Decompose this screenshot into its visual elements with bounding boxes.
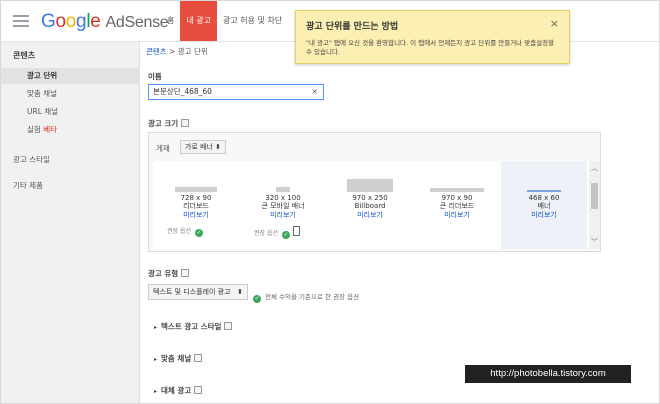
app-window: Google AdSense 홈 내 광고 광고 허용 및 차단 광고 단위를 만… bbox=[0, 0, 660, 404]
tooltip-title: 광고 단위를 만드는 방법 bbox=[306, 22, 399, 32]
help-icon[interactable] bbox=[224, 322, 233, 330]
chevron-up-icon[interactable]: ︿ bbox=[589, 163, 600, 173]
menu-icon[interactable] bbox=[13, 15, 29, 27]
scrollbar-thumb[interactable] bbox=[591, 183, 598, 209]
show-type-select[interactable]: 가로 배너 ⬍ bbox=[180, 140, 226, 154]
sidebar-item-url-channels[interactable]: URL 채널 bbox=[1, 104, 139, 120]
beta-badge: 베타 bbox=[43, 125, 58, 134]
ad-size-option-970x90[interactable]: 970 x 90 큰 리더보드 미리보기 bbox=[414, 161, 500, 249]
size-name: 배너 bbox=[537, 202, 551, 210]
ad-type-label: 광고 유형 bbox=[148, 268, 190, 279]
size-dimension: 970 x 250 bbox=[352, 194, 388, 202]
updown-arrow-icon: ⬍ bbox=[237, 288, 243, 296]
breadcrumb: 콘텐츠 > 광고 단위 bbox=[146, 46, 208, 57]
show-label: 게재 bbox=[156, 144, 170, 153]
sidebar-item-custom-channels[interactable]: 맞춤 채널 bbox=[1, 86, 139, 102]
preview-link[interactable]: 미리보기 bbox=[327, 211, 413, 219]
sidebar-item-ad-units[interactable]: 광고 단위 bbox=[1, 68, 139, 84]
sidebar-item-label: URL 채널 bbox=[27, 107, 59, 116]
size-thumbnail bbox=[430, 188, 484, 192]
watermark: http://photobella.tistory.com bbox=[465, 365, 631, 383]
nav-home[interactable]: 홈 bbox=[161, 1, 180, 41]
size-thumbnail bbox=[347, 179, 393, 192]
sidebar: 콘텐츠 광고 단위 맞춤 채널 URL 채널 실험 베타 광고 스타일 기타 제… bbox=[1, 42, 140, 403]
sidebar-group-ad-styles[interactable]: 광고 스타일 bbox=[13, 154, 50, 165]
sidebar-heading[interactable]: 콘텐츠 bbox=[13, 50, 35, 61]
caret-right-icon: ▸ bbox=[154, 356, 158, 363]
ad-size-label: 광고 크기 bbox=[148, 118, 190, 129]
size-thumbnail bbox=[276, 187, 290, 192]
help-tooltip: 광고 단위를 만드는 방법 × "내 광고" 탭에 오신 것을 환영합니다. 이… bbox=[295, 10, 570, 64]
clear-icon[interactable]: × bbox=[311, 85, 318, 99]
sidebar-item-label: 실험 bbox=[27, 125, 41, 134]
help-icon[interactable] bbox=[194, 354, 203, 362]
ad-size-option-970x250[interactable]: 970 x 250 Billboard 미리보기 bbox=[327, 161, 413, 249]
adsense-logo[interactable]: Google AdSense bbox=[41, 11, 169, 33]
name-label: 이름 bbox=[148, 72, 162, 81]
preview-link[interactable]: 미리보기 bbox=[240, 211, 326, 219]
top-nav: 홈 내 광고 광고 허용 및 차단 bbox=[161, 1, 288, 41]
ad-size-option-728x90[interactable]: 728 x 90 리더보드 미리보기 권장 옵션 ✓ bbox=[153, 161, 239, 249]
tooltip-body: "내 광고" 탭에 오신 것을 환영합니다. 이 탭에서 언제든지 광고 단위를… bbox=[306, 39, 555, 56]
size-name: 리더보드 bbox=[183, 202, 209, 210]
section-text-ad-style[interactable]: ▸ 텍스트 광고 스타일 bbox=[154, 321, 233, 332]
size-thumbnail bbox=[175, 187, 217, 192]
ad-type-note: ✓ 전체 수익을 기준으로 한 권장 옵션 bbox=[253, 293, 360, 303]
caret-right-icon: ▸ bbox=[154, 388, 158, 395]
updown-arrow-icon: ⬍ bbox=[215, 143, 221, 151]
recommended-note: 권장 옵션 ✓ bbox=[254, 226, 300, 239]
preview-link[interactable]: 미리보기 bbox=[501, 211, 587, 219]
recommended-note: 권장 옵션 ✓ bbox=[167, 228, 203, 237]
check-icon: ✓ bbox=[253, 295, 261, 303]
nav-my-ads[interactable]: 내 광고 bbox=[180, 1, 217, 41]
mobile-phone-icon bbox=[293, 226, 300, 236]
ad-size-panel: 게재 가로 배너 ⬍ 728 x 90 리더보드 미리보기 권장 옵션 ✓ 320 … bbox=[148, 132, 601, 252]
show-type-select-value: 가로 배너 bbox=[185, 143, 213, 151]
size-name: Billboard bbox=[354, 202, 386, 210]
ad-size-option-468x60[interactable]: 468 x 60 배너 미리보기 bbox=[501, 161, 587, 249]
ad-size-list: 728 x 90 리더보드 미리보기 권장 옵션 ✓ 320 x 100 큰 모바… bbox=[153, 161, 589, 249]
ad-type-select[interactable]: 텍스트 및 디스플레이 광고 ⬍ bbox=[148, 284, 248, 300]
name-input-value: 본문상단_468_60 bbox=[153, 87, 212, 96]
size-dimension: 970 x 90 bbox=[441, 194, 473, 202]
size-dimension: 468 x 60 bbox=[528, 194, 560, 202]
breadcrumb-link-content[interactable]: 콘텐츠 bbox=[146, 47, 167, 56]
help-icon[interactable] bbox=[194, 386, 203, 394]
ad-type-select-value: 텍스트 및 디스플레이 광고 bbox=[153, 288, 231, 296]
check-icon: ✓ bbox=[282, 231, 290, 239]
nav-allow-block-ads[interactable]: 광고 허용 및 차단 bbox=[217, 1, 288, 41]
product-name: AdSense bbox=[105, 14, 169, 31]
size-name: 큰 리더보드 bbox=[439, 202, 475, 210]
sidebar-item-label: 맞춤 채널 bbox=[27, 89, 57, 98]
google-wordmark: Google bbox=[41, 11, 101, 32]
preview-link[interactable]: 미리보기 bbox=[414, 211, 500, 219]
sidebar-item-experiments[interactable]: 실험 베타 bbox=[1, 122, 139, 138]
help-icon[interactable] bbox=[181, 269, 190, 277]
help-icon[interactable] bbox=[181, 119, 190, 127]
size-dimension: 728 x 90 bbox=[180, 194, 212, 202]
size-list-scrollbar[interactable]: ︿ ﹀ bbox=[589, 161, 600, 249]
sidebar-group-other-products[interactable]: 기타 제품 bbox=[13, 180, 43, 191]
caret-right-icon: ▸ bbox=[154, 324, 158, 331]
preview-link[interactable]: 미리보기 bbox=[153, 211, 239, 219]
close-icon[interactable]: × bbox=[550, 17, 559, 30]
breadcrumb-current: 광고 단위 bbox=[177, 47, 208, 56]
breadcrumb-separator: > bbox=[169, 47, 176, 56]
section-backup-ads[interactable]: ▸ 대체 광고 bbox=[154, 385, 203, 396]
check-icon: ✓ bbox=[195, 229, 203, 237]
ad-size-option-320x100[interactable]: 320 x 100 큰 모바일 배너 미리보기 권장 옵션 ✓ bbox=[240, 161, 326, 249]
sidebar-item-label: 광고 단위 bbox=[27, 71, 58, 80]
size-dimension: 320 x 100 bbox=[265, 194, 301, 202]
size-name: 큰 모바일 배너 bbox=[261, 202, 305, 210]
chevron-down-icon[interactable]: ﹀ bbox=[589, 237, 600, 247]
section-custom-channels[interactable]: ▸ 맞춤 채널 bbox=[154, 353, 203, 364]
name-input[interactable]: 본문상단_468_60 × bbox=[148, 84, 324, 100]
